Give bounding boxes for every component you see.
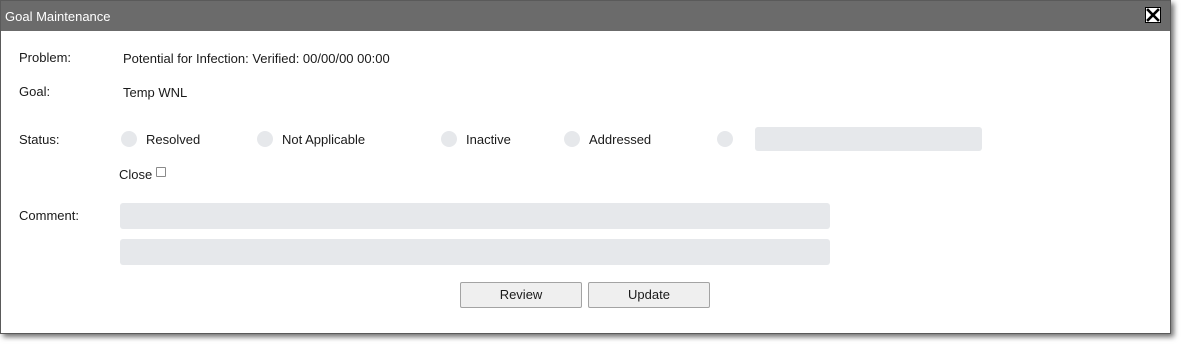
status-other-input[interactable] [755,127,982,151]
status-option-resolved-label: Resolved [146,132,201,147]
comment-input-line-2[interactable] [120,239,830,265]
status-option-inactive-label: Inactive [466,132,511,147]
comment-label: Comment: [19,208,79,223]
problem-label: Problem: [19,50,72,65]
goal-label: Goal: [19,84,51,99]
status-option-not-applicable-label: Not Applicable [282,132,366,147]
goal-value: Temp WNL [123,85,188,100]
dialog-title: Goal Maintenance [5,9,111,24]
close-label: Close [119,167,153,182]
close-checkbox[interactable] [156,167,166,177]
status-radio-not-applicable[interactable] [257,131,273,147]
comment-input-line-1[interactable] [120,203,830,229]
dialog-titlebar: Goal Maintenance [1,1,1170,31]
status-radio-inactive[interactable] [441,131,457,147]
review-button[interactable]: Review [460,282,582,308]
status-radio-resolved[interactable] [121,131,137,147]
update-button[interactable]: Update [588,282,710,308]
status-radio-other[interactable] [717,131,733,147]
status-radio-addressed[interactable] [564,131,580,147]
status-option-addressed-label: Addressed [589,132,652,147]
close-icon[interactable] [1145,7,1161,23]
problem-value: Potential for Infection: Verified: 00/00… [123,51,390,66]
status-label: Status: [19,132,60,147]
goal-maintenance-dialog: Goal Maintenance Problem: Potential for … [0,0,1171,334]
